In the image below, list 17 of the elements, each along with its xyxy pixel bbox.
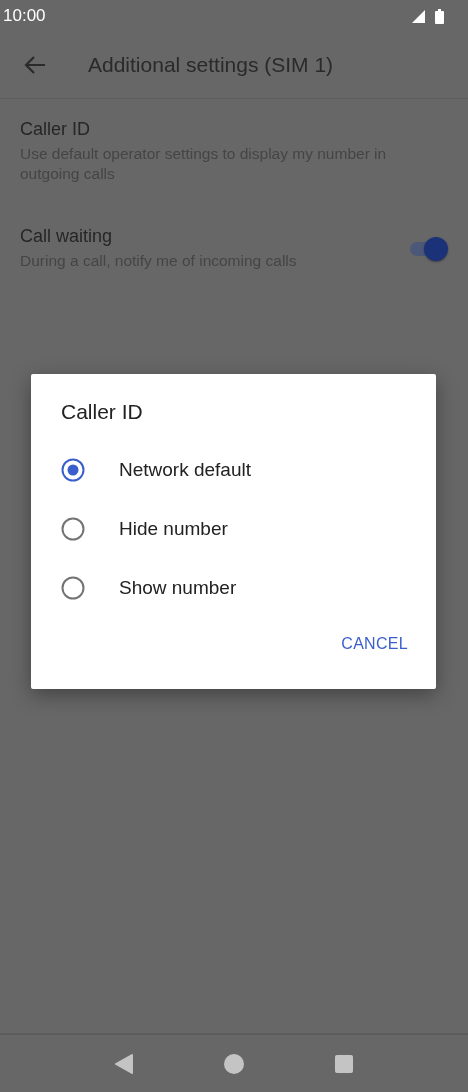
- radio-button[interactable]: [61, 516, 85, 541]
- back-icon[interactable]: [114, 1052, 135, 1075]
- toggle-switch[interactable]: [408, 235, 448, 262]
- signal-icon: [411, 8, 427, 24]
- battery-icon: [435, 8, 444, 24]
- radio-button[interactable]: [61, 575, 85, 600]
- back-arrow-icon[interactable]: [24, 55, 46, 75]
- recents-icon[interactable]: [333, 1053, 354, 1074]
- option-label[interactable]: Show number: [119, 576, 237, 599]
- home-icon[interactable]: [223, 1052, 245, 1075]
- option-label[interactable]: Network default: [119, 458, 251, 481]
- radio-button[interactable]: [61, 457, 85, 482]
- status-time: 10:00: [3, 6, 46, 26]
- option-label[interactable]: Hide number: [119, 517, 228, 540]
- cancel-button[interactable]: CANCEL: [333, 627, 416, 661]
- screen-title: Additional settings (SIM 1): [88, 53, 334, 77]
- dialog-title: Caller ID: [61, 400, 144, 424]
